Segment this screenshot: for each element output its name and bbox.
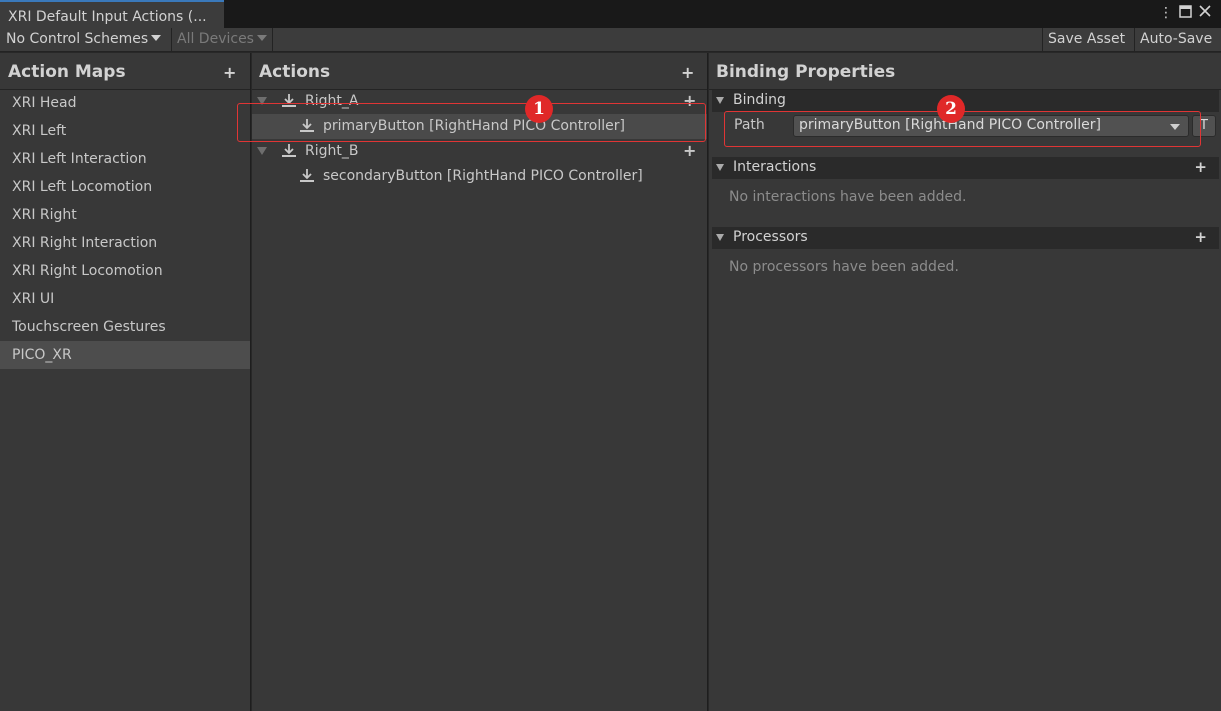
- binding-section-title: Binding: [733, 92, 786, 108]
- add-action-icon[interactable]: +: [681, 63, 694, 82]
- actions-title: Actions: [259, 62, 331, 82]
- actions-header: Actions +: [252, 53, 707, 90]
- action-icon: [282, 144, 296, 157]
- actions-panel: Actions + Right_A + primaryButton [Right…: [252, 53, 708, 711]
- action-maps-panel: Action Maps + XRI Head XRI Left XRI Left…: [0, 53, 251, 711]
- window-tab-title: XRI Default Input Actions (...: [8, 9, 207, 25]
- interactions-empty-message: No interactions have been added.: [729, 189, 967, 205]
- toolbar-divider: [272, 28, 273, 52]
- title-bar: XRI Default Input Actions (... ⋮: [0, 0, 1221, 28]
- auto-save-toggle[interactable]: Auto-Save: [1135, 28, 1217, 52]
- add-interaction-icon[interactable]: +: [1194, 158, 1207, 176]
- action-item[interactable]: Right_B +: [252, 139, 707, 164]
- kebab-menu-icon[interactable]: ⋮: [1159, 5, 1173, 21]
- binding-label: secondaryButton [RightHand PICO Controll…: [323, 168, 643, 184]
- action-map-item[interactable]: XRI Head: [0, 89, 250, 117]
- chevron-down-icon: [151, 35, 162, 41]
- action-map-item[interactable]: XRI UI: [0, 285, 250, 313]
- action-maps-header: Action Maps +: [0, 53, 250, 90]
- add-action-map-icon[interactable]: +: [223, 63, 236, 82]
- action-map-item[interactable]: XRI Left Locomotion: [0, 173, 250, 201]
- action-maps-title: Action Maps: [8, 62, 126, 82]
- collapse-triangle-icon[interactable]: [716, 97, 724, 104]
- interactions-section-title: Interactions: [733, 159, 817, 175]
- binding-properties-header: Binding Properties: [709, 53, 1221, 90]
- binding-item[interactable]: secondaryButton [RightHand PICO Controll…: [252, 164, 707, 189]
- annotation-badge-2: 2: [937, 95, 965, 123]
- control-schemes-dropdown[interactable]: No Control Schemes: [1, 28, 166, 52]
- action-map-item[interactable]: XRI Right Interaction: [0, 229, 250, 257]
- maximize-icon[interactable]: [1179, 5, 1192, 22]
- binding-properties-panel: Binding Properties Binding Path primaryB…: [709, 53, 1221, 711]
- binding-properties-title: Binding Properties: [716, 62, 896, 82]
- window-tab[interactable]: XRI Default Input Actions (...: [0, 0, 224, 28]
- devices-label: All Devices: [177, 31, 254, 47]
- highlight-box-1: [237, 103, 706, 142]
- action-label: Right_B: [305, 143, 359, 159]
- action-map-item[interactable]: XRI Right: [0, 201, 250, 229]
- action-map-item[interactable]: Touchscreen Gestures: [0, 313, 250, 341]
- close-icon[interactable]: [1199, 5, 1211, 21]
- expand-triangle-icon[interactable]: [257, 147, 267, 155]
- collapse-triangle-icon[interactable]: [716, 234, 724, 241]
- add-processor-icon[interactable]: +: [1194, 228, 1207, 246]
- processors-section-title: Processors: [733, 229, 808, 245]
- processors-empty-message: No processors have been added.: [729, 259, 959, 275]
- binding-icon: [300, 169, 314, 182]
- action-map-item[interactable]: XRI Left Interaction: [0, 145, 250, 173]
- devices-dropdown[interactable]: All Devices: [172, 28, 272, 52]
- control-schemes-label: No Control Schemes: [6, 31, 149, 47]
- annotation-badge-1: 1: [525, 95, 553, 123]
- collapse-triangle-icon[interactable]: [716, 164, 724, 171]
- chevron-down-icon: [256, 35, 267, 41]
- action-map-item-selected[interactable]: PICO_XR: [0, 341, 250, 369]
- save-asset-button[interactable]: Save Asset: [1043, 28, 1130, 52]
- processors-section-header[interactable]: Processors +: [712, 227, 1219, 249]
- action-map-item[interactable]: XRI Right Locomotion: [0, 257, 250, 285]
- binding-section-header[interactable]: Binding: [712, 90, 1219, 112]
- action-map-item[interactable]: XRI Left: [0, 117, 250, 145]
- interactions-section-header[interactable]: Interactions +: [712, 157, 1219, 179]
- toolbar: No Control Schemes All Devices Save Asse…: [0, 28, 1221, 52]
